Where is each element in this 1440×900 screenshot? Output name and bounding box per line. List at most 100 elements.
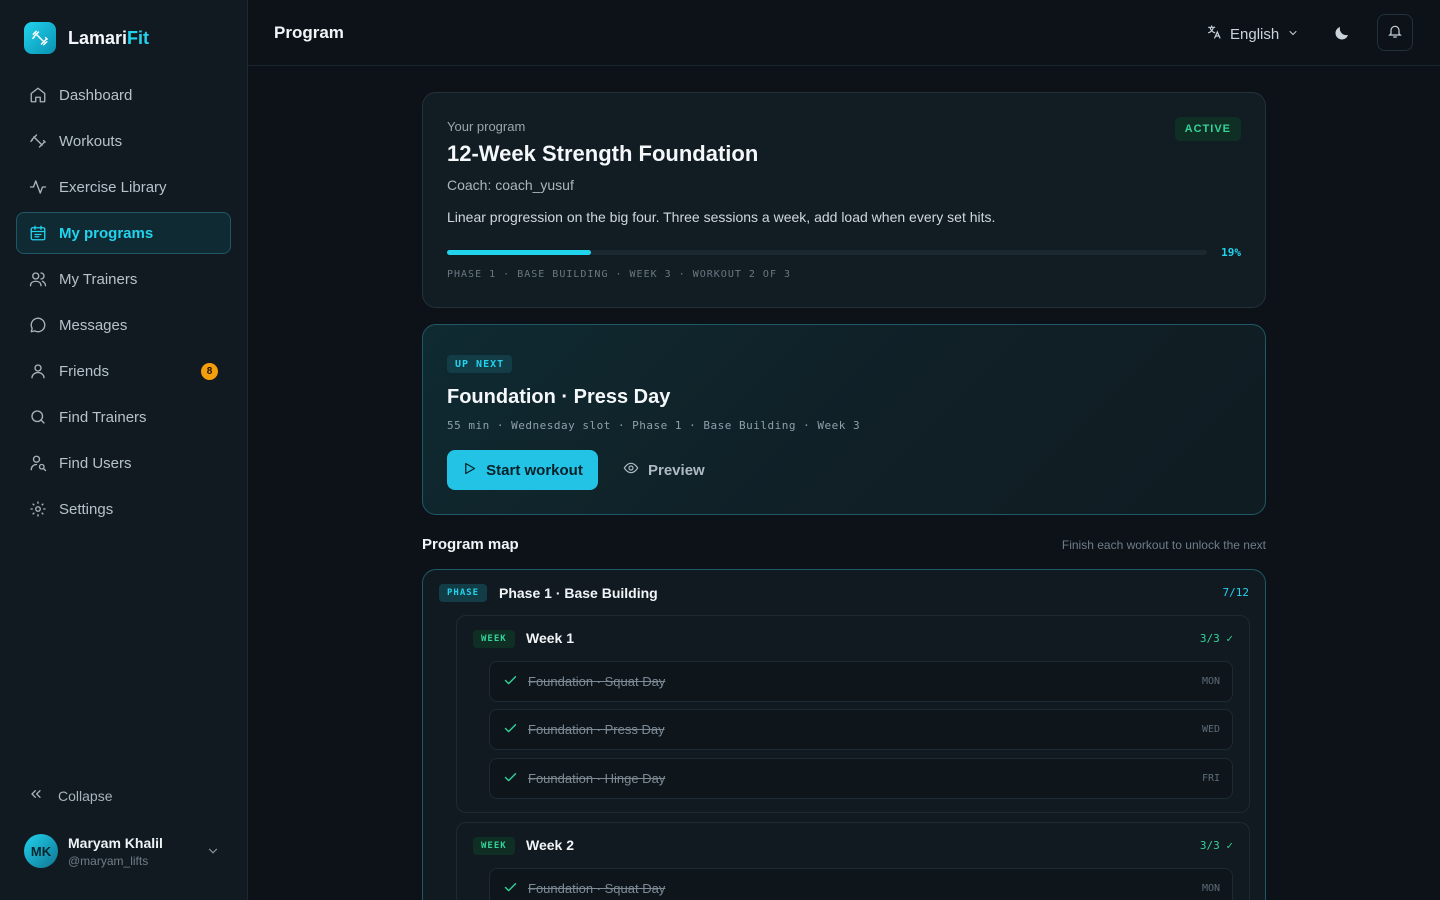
preview-button[interactable]: Preview bbox=[623, 450, 705, 490]
top-header: Program English bbox=[248, 0, 1440, 66]
workout-name: Foundation · Squat Day bbox=[528, 881, 666, 896]
up-next-title: Foundation · Press Day bbox=[447, 386, 671, 408]
start-workout-button[interactable]: Start workout bbox=[447, 450, 598, 490]
moon-icon bbox=[1333, 24, 1351, 45]
program-map-title: Program map bbox=[422, 536, 519, 553]
workout-row[interactable]: Foundation · Hinge Day FRI bbox=[489, 758, 1233, 799]
sidebar-item-workouts[interactable]: Workouts bbox=[16, 120, 231, 162]
workout-row[interactable]: Foundation · Squat Day MON bbox=[489, 868, 1233, 900]
brand-name: LamariFit bbox=[68, 27, 150, 48]
eye-icon bbox=[623, 460, 639, 480]
phase-count: 7/12 bbox=[1222, 586, 1250, 599]
sidebar-item-settings[interactable]: Settings bbox=[16, 488, 231, 530]
program-description: Linear progression on the big four. Thre… bbox=[447, 209, 996, 225]
notifications-button[interactable] bbox=[1377, 14, 1413, 51]
chevrons-left-icon bbox=[28, 786, 44, 805]
sidebar-item-find-trainers[interactable]: Find Trainers bbox=[16, 396, 231, 438]
sidebar-item-dashboard[interactable]: Dashboard bbox=[16, 74, 231, 116]
week-count: 3/3 ✓ bbox=[1199, 839, 1233, 852]
chevron-down-icon bbox=[206, 844, 220, 861]
check-icon bbox=[503, 880, 518, 898]
sidebar-item-label: Settings bbox=[59, 500, 114, 518]
user-menu[interactable]: MK Maryam Khalil @maryam_lifts bbox=[24, 834, 224, 868]
program-progress-bar bbox=[447, 250, 1207, 255]
preview-label: Preview bbox=[648, 461, 705, 479]
sidebar-item-friends[interactable]: Friends 8 bbox=[16, 350, 231, 392]
gear-icon bbox=[29, 500, 47, 518]
sidebar-nav: Dashboard Workouts Exercise Library My p… bbox=[16, 74, 231, 534]
program-meta: PHASE 1 · BASE BUILDING · WEEK 3 · WORKO… bbox=[447, 269, 792, 280]
friends-count-badge: 8 bbox=[201, 363, 218, 380]
sidebar-item-exercise-library[interactable]: Exercise Library bbox=[16, 166, 231, 208]
status-badge: ACTIVE bbox=[1174, 117, 1241, 141]
program-coach: Coach: coach_yusuf bbox=[447, 177, 574, 193]
up-next-meta: 55 min · Wednesday slot · Phase 1 · Base… bbox=[447, 419, 861, 432]
theme-toggle-button[interactable] bbox=[1330, 22, 1354, 46]
dumbbell-logo-icon bbox=[24, 22, 56, 54]
users-icon bbox=[29, 270, 47, 288]
sidebar-item-label: My programs bbox=[59, 224, 154, 242]
message-icon bbox=[29, 316, 47, 334]
workout-row[interactable]: Foundation · Squat Day MON bbox=[489, 661, 1233, 702]
sidebar-item-find-users[interactable]: Find Users bbox=[16, 442, 231, 484]
check-icon bbox=[503, 721, 518, 739]
sidebar-item-messages[interactable]: Messages bbox=[16, 304, 231, 346]
collapse-label: Collapse bbox=[58, 787, 113, 804]
week-name: Week 2 bbox=[526, 837, 574, 853]
sidebar-item-label: Friends bbox=[59, 362, 110, 380]
chevron-down-icon bbox=[1287, 26, 1299, 43]
workout-day: MON bbox=[1201, 676, 1220, 687]
sidebar-item-label: Workouts bbox=[59, 132, 123, 150]
language-selector[interactable]: English bbox=[1206, 24, 1299, 44]
workout-day: FRI bbox=[1201, 773, 1220, 784]
program-card: Your program 12-Week Strength Foundation… bbox=[422, 92, 1266, 308]
bell-icon bbox=[1387, 23, 1403, 42]
workout-name: Foundation · Hinge Day bbox=[528, 771, 666, 786]
sidebar-item-label: My Trainers bbox=[59, 270, 138, 288]
workout-name: Foundation · Squat Day bbox=[528, 674, 666, 689]
play-icon bbox=[462, 461, 477, 480]
phase-tag: PHASE bbox=[439, 584, 488, 602]
dumbbell-icon bbox=[29, 132, 47, 150]
workout-day: WED bbox=[1201, 724, 1220, 735]
translate-icon bbox=[1206, 24, 1222, 44]
workout-row[interactable]: Foundation · Press Day WED bbox=[489, 709, 1233, 750]
week-name: Week 1 bbox=[526, 630, 574, 646]
check-icon bbox=[503, 770, 518, 788]
user-friends-icon bbox=[29, 362, 47, 380]
week-tag: WEEK bbox=[473, 630, 515, 648]
progress-fill bbox=[447, 250, 592, 255]
workout-day: MON bbox=[1201, 883, 1220, 894]
home-icon bbox=[29, 86, 47, 104]
progress-percent: 19% bbox=[1221, 246, 1241, 259]
collapse-button[interactable]: Collapse bbox=[28, 786, 112, 805]
week-section: WEEK Week 2 3/3 ✓ Foundation · Squat Day… bbox=[456, 822, 1250, 900]
program-label: Your program bbox=[447, 119, 526, 134]
sidebar: LamariFit Dashboard Workouts Exercise Li… bbox=[0, 0, 248, 900]
phase-card: PHASE Phase 1 · Base Building 7/12 WEEK … bbox=[422, 569, 1266, 900]
user-name: Maryam Khalil bbox=[68, 834, 163, 851]
program-map-hint: Finish each workout to unlock the next bbox=[1061, 538, 1266, 552]
start-workout-label: Start workout bbox=[486, 461, 583, 479]
sidebar-item-label: Find Trainers bbox=[59, 408, 147, 426]
sidebar-item-label: Find Users bbox=[59, 454, 132, 472]
activity-icon bbox=[29, 178, 47, 196]
sidebar-item-label: Messages bbox=[59, 316, 128, 334]
program-title: 12-Week Strength Foundation bbox=[447, 141, 759, 166]
phase-name: Phase 1 · Base Building bbox=[499, 585, 658, 601]
check-icon bbox=[503, 673, 518, 691]
user-search-icon bbox=[29, 454, 47, 472]
sidebar-item-label: Exercise Library bbox=[59, 178, 167, 196]
sidebar-item-my-trainers[interactable]: My Trainers bbox=[16, 258, 231, 300]
avatar: MK bbox=[24, 834, 58, 868]
up-next-card: UP NEXT Foundation · Press Day 55 min · … bbox=[422, 324, 1266, 515]
week-count: 3/3 ✓ bbox=[1199, 632, 1233, 645]
workout-name: Foundation · Press Day bbox=[528, 722, 665, 737]
user-handle: @maryam_lifts bbox=[68, 853, 149, 868]
brand[interactable]: LamariFit bbox=[24, 22, 149, 54]
up-next-badge: UP NEXT bbox=[447, 355, 513, 373]
language-label: English bbox=[1230, 25, 1280, 43]
page-title: Program bbox=[274, 23, 344, 42]
week-section: WEEK Week 1 3/3 ✓ Foundation · Squat Day… bbox=[456, 615, 1250, 813]
sidebar-item-my-programs[interactable]: My programs bbox=[16, 212, 231, 254]
